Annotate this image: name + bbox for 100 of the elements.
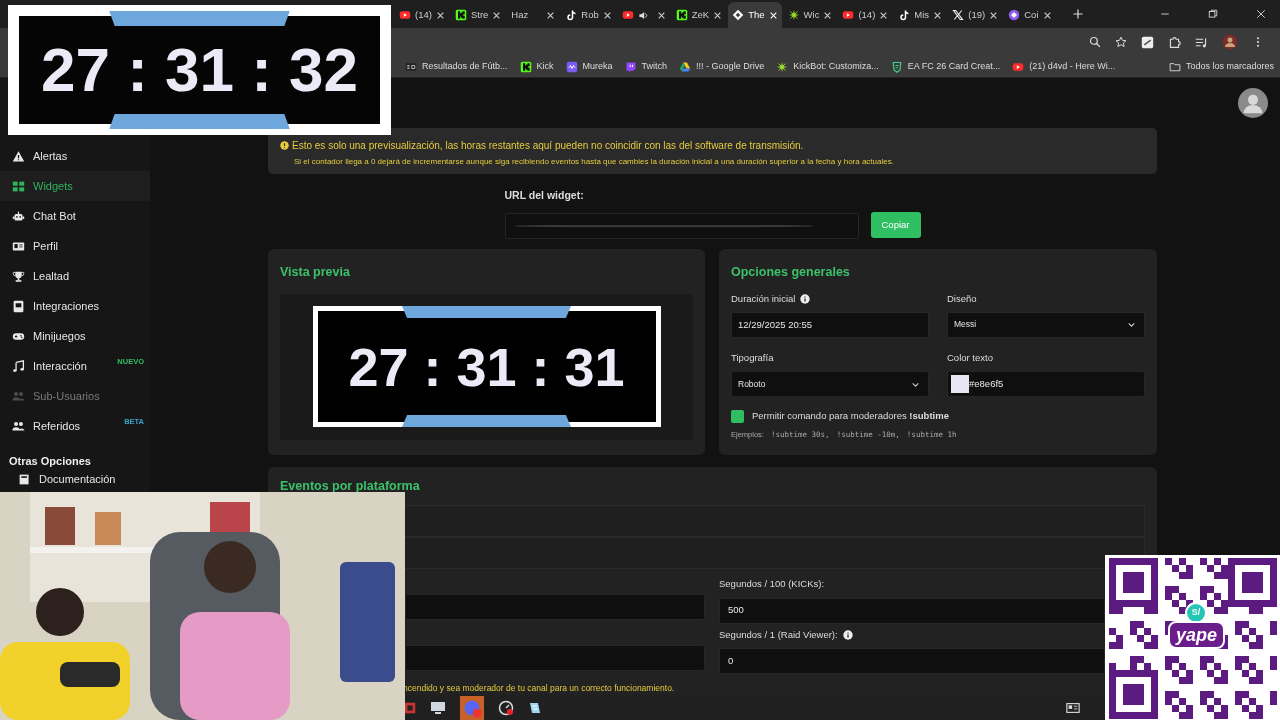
qr-code-icon	[1105, 555, 1280, 720]
footnote-text: ncendido y sea moderador de tu canal para un correcto funcionamiento.	[403, 681, 676, 695]
timer-text: 27 : 31 : 31	[348, 339, 625, 394]
dropdown[interactable]: Messi	[947, 311, 1145, 338]
id-card-icon	[12, 239, 25, 253]
extension-icon[interactable]	[1141, 35, 1154, 49]
input-field[interactable]	[405, 594, 705, 621]
input-field[interactable]: 500	[719, 597, 1105, 624]
color-field[interactable]: #e8e6f5	[947, 371, 1145, 397]
input-field[interactable]	[405, 644, 705, 671]
gauge-icon[interactable]	[498, 699, 514, 716]
close-icon[interactable]	[1256, 9, 1266, 19]
browser-tab[interactable]: Haz	[507, 2, 560, 28]
browser-tab[interactable]: (19)	[948, 2, 1003, 28]
book-icon	[18, 473, 31, 486]
url-field[interactable]	[504, 212, 859, 239]
browser-tab[interactable]: Stre	[450, 2, 506, 28]
browser-tab[interactable]: (14)	[395, 2, 449, 28]
close-icon[interactable]	[602, 10, 612, 20]
monitor-icon	[12, 299, 25, 313]
bookmark[interactable]: Twitch	[624, 59, 668, 74]
bookmark[interactable]: Resultados de Fútb...	[405, 59, 508, 74]
browser-tab[interactable]: The	[728, 2, 782, 28]
close-icon[interactable]	[823, 10, 833, 20]
users-icon	[12, 389, 25, 403]
sidebar-item[interactable]: Lealtad	[0, 261, 150, 291]
card-title: Vista previa	[280, 263, 351, 281]
chat-app-icon[interactable]	[459, 695, 485, 720]
close-icon[interactable]	[656, 10, 666, 20]
sidebar-item[interactable]: Minijuegos	[0, 321, 150, 351]
sidebar-item[interactable]: Documentación	[0, 472, 150, 487]
browser-tab[interactable]: (14)	[838, 2, 893, 28]
sidebar-item[interactable]: Alertas	[0, 141, 150, 171]
dropdown[interactable]: Roboto	[731, 371, 929, 397]
color-swatch[interactable]	[951, 375, 969, 393]
info-icon	[800, 293, 811, 304]
note-icon	[898, 9, 911, 21]
star-icon[interactable]	[1115, 36, 1127, 48]
sidebar-item[interactable]: Widgets	[0, 171, 150, 201]
app-icon[interactable]	[403, 700, 417, 715]
close-icon[interactable]	[879, 10, 889, 20]
grid-icon	[12, 179, 25, 193]
close-icon[interactable]	[989, 10, 999, 20]
star-burst-icon	[787, 9, 800, 21]
monitor-icon[interactable]	[430, 699, 446, 716]
close-icon[interactable]	[1043, 10, 1053, 20]
info-icon	[842, 629, 853, 640]
close-icon[interactable]	[492, 10, 502, 20]
bookmark[interactable]: Mureka	[565, 59, 613, 74]
field-label: Diseño	[947, 291, 977, 306]
k-logo-icon	[675, 9, 688, 21]
close-icon[interactable]	[546, 10, 556, 20]
field-label: Duración inicial	[731, 291, 796, 306]
zoom-icon[interactable]	[1089, 36, 1101, 48]
sidebar-item[interactable]: Chat Bot	[0, 201, 150, 231]
browser-tab[interactable]: Mis	[894, 2, 947, 28]
info-icon	[280, 141, 289, 150]
play-icon	[621, 9, 634, 21]
warning-icon	[12, 149, 25, 163]
date-field[interactable]: 12/29/2025 20:55	[731, 311, 929, 338]
robot-icon	[12, 209, 25, 223]
sidebar-item[interactable]: Perfil	[0, 231, 150, 261]
checkbox[interactable]	[731, 409, 744, 423]
notice-text: Esto es solo una previsualización, las horas restantes aquí pueden no coincidir con las del software de transmisión.	[292, 139, 804, 153]
bookmark[interactable]: KickBot: Customiza...	[776, 59, 879, 74]
wave-icon	[565, 60, 578, 73]
browser-tab[interactable]: Coi	[1004, 2, 1057, 28]
close-icon[interactable]	[713, 10, 723, 20]
plus-icon[interactable]	[1072, 8, 1085, 20]
triangle-icon	[679, 60, 692, 73]
sidebar-item[interactable]: Integraciones	[0, 291, 150, 321]
card-title: Opciones generales	[731, 263, 851, 281]
k-logo-icon	[454, 9, 467, 21]
coin-icon	[1008, 9, 1021, 21]
close-icon[interactable]	[435, 10, 445, 20]
x-logo-icon	[952, 9, 965, 21]
chevron-icon	[1127, 320, 1136, 330]
bookmarks-folder[interactable]: Todos los marcadores	[1168, 59, 1280, 74]
bookmark[interactable]: (21) d4vd - Here Wi...	[1012, 59, 1116, 74]
browser-tab[interactable]: Wic	[783, 2, 837, 28]
shield-icon	[890, 60, 903, 73]
restore-icon[interactable]	[1208, 9, 1218, 19]
k-logo-icon	[519, 60, 532, 73]
bookmark[interactable]: Kick	[519, 59, 554, 74]
browser-tab[interactable]: ZeK	[671, 2, 727, 28]
bookmark[interactable]: !!! - Google Drive	[679, 59, 765, 74]
close-icon[interactable]	[933, 10, 943, 20]
puzzle-icon[interactable]	[1168, 35, 1181, 49]
section-heading: Otras Opciones	[8, 454, 92, 469]
input-field[interactable]: 0	[719, 647, 1105, 674]
timer-text: 27 : 31 : 32	[40, 39, 359, 101]
field-label: Tipografía	[731, 350, 774, 365]
media-icon[interactable]	[1195, 35, 1208, 49]
play-icon	[1012, 60, 1025, 73]
chat-bubble-icon	[624, 60, 637, 73]
card-title: Eventos por plataforma	[280, 477, 421, 495]
news-icon[interactable]	[1066, 700, 1080, 715]
browser-tab[interactable]: Rob	[561, 2, 616, 28]
bookmark[interactable]: EA FC 26 Card Creat...	[890, 59, 1001, 74]
avatar-icon[interactable]	[1238, 88, 1268, 118]
